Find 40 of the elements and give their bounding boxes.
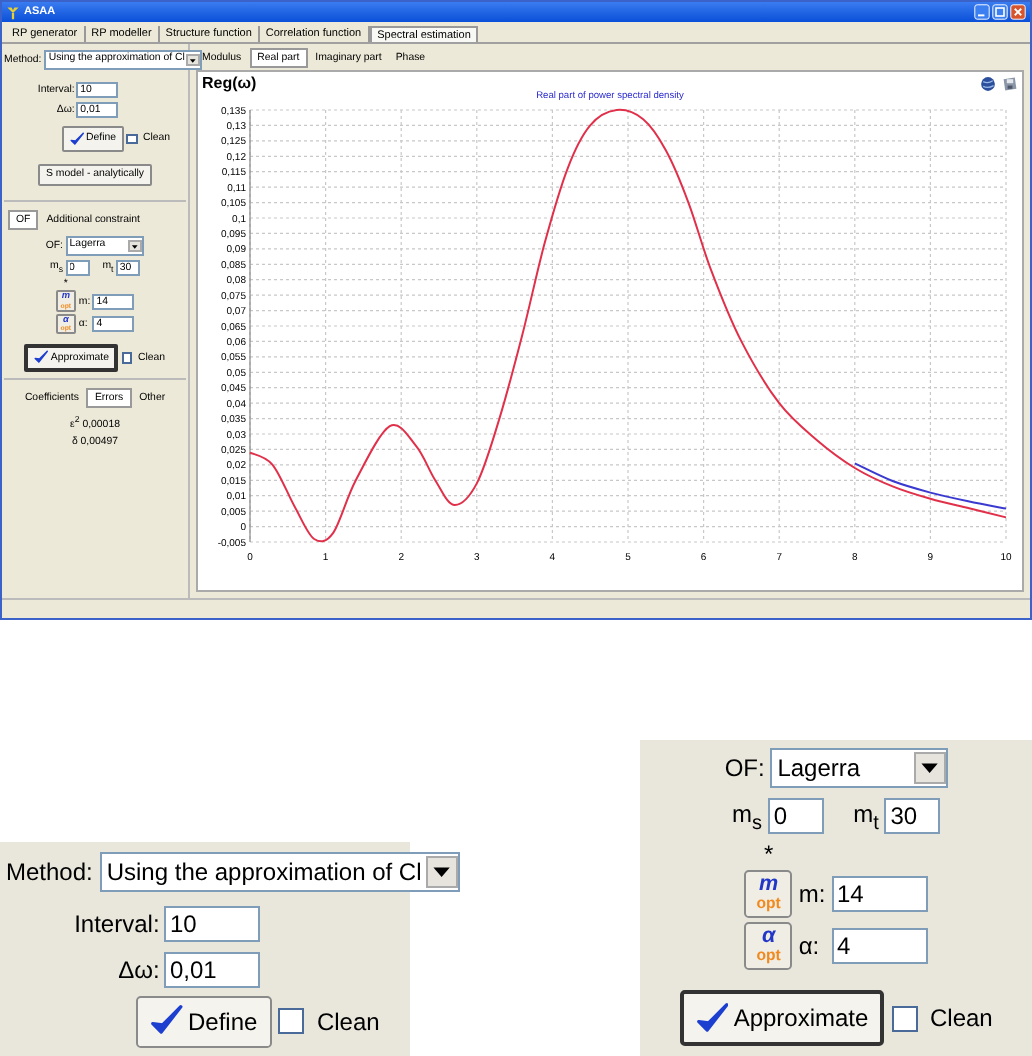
globe-icon[interactable] (980, 75, 996, 91)
method-label: Method: (6, 858, 93, 886)
caret-icon (128, 239, 143, 253)
m-field[interactable]: 14 (831, 875, 928, 912)
checkmark-icon (69, 131, 84, 147)
close-icon[interactable] (1010, 4, 1026, 20)
step-label: Δω: (116, 955, 160, 984)
objective-function-dropdown[interactable]: Lagerra (770, 748, 948, 788)
step-field[interactable]: 0,01 (164, 951, 261, 988)
clean-checkbox[interactable] (891, 1005, 918, 1032)
caret-icon (426, 856, 458, 888)
clean-checkbox[interactable] (278, 1007, 305, 1035)
caret-icon (914, 752, 946, 784)
method-dropdown[interactable]: Using the approximation of Cl (99, 852, 460, 892)
save-icon[interactable] (1002, 75, 1018, 91)
clean-label: Clean (929, 1004, 993, 1033)
caret-icon (186, 53, 201, 67)
mt-field[interactable]: 30 (884, 798, 940, 835)
clean-label: Clean (316, 1007, 380, 1036)
axis-title: Reg(ω) (202, 74, 257, 92)
ms-label: m$_{s}$ (732, 799, 763, 835)
checkmark-icon (695, 1001, 729, 1036)
objective-function-label: OF: (724, 754, 765, 782)
clean-checkbox[interactable] (121, 351, 133, 364)
interval-label: Interval: (72, 910, 160, 939)
interval-field[interactable]: 10 (164, 906, 261, 943)
checkmark-icon (149, 1004, 184, 1038)
mt-label: m$_{t}$ (853, 799, 879, 835)
minimize-icon[interactable] (974, 4, 990, 20)
alpha-field[interactable]: 4 (831, 928, 928, 965)
maximize-icon[interactable] (992, 4, 1008, 20)
alpha-label: α: (798, 932, 822, 961)
approximate-button[interactable]: Approximate (679, 990, 885, 1047)
clean-checkbox[interactable] (126, 133, 138, 145)
asterisk: * (761, 845, 776, 865)
checkmark-icon (34, 350, 49, 365)
ms-field[interactable]: 0 (768, 798, 824, 835)
define-button[interactable]: Define (135, 995, 272, 1048)
app-icon (6, 5, 20, 19)
m-label: m: (798, 879, 826, 908)
